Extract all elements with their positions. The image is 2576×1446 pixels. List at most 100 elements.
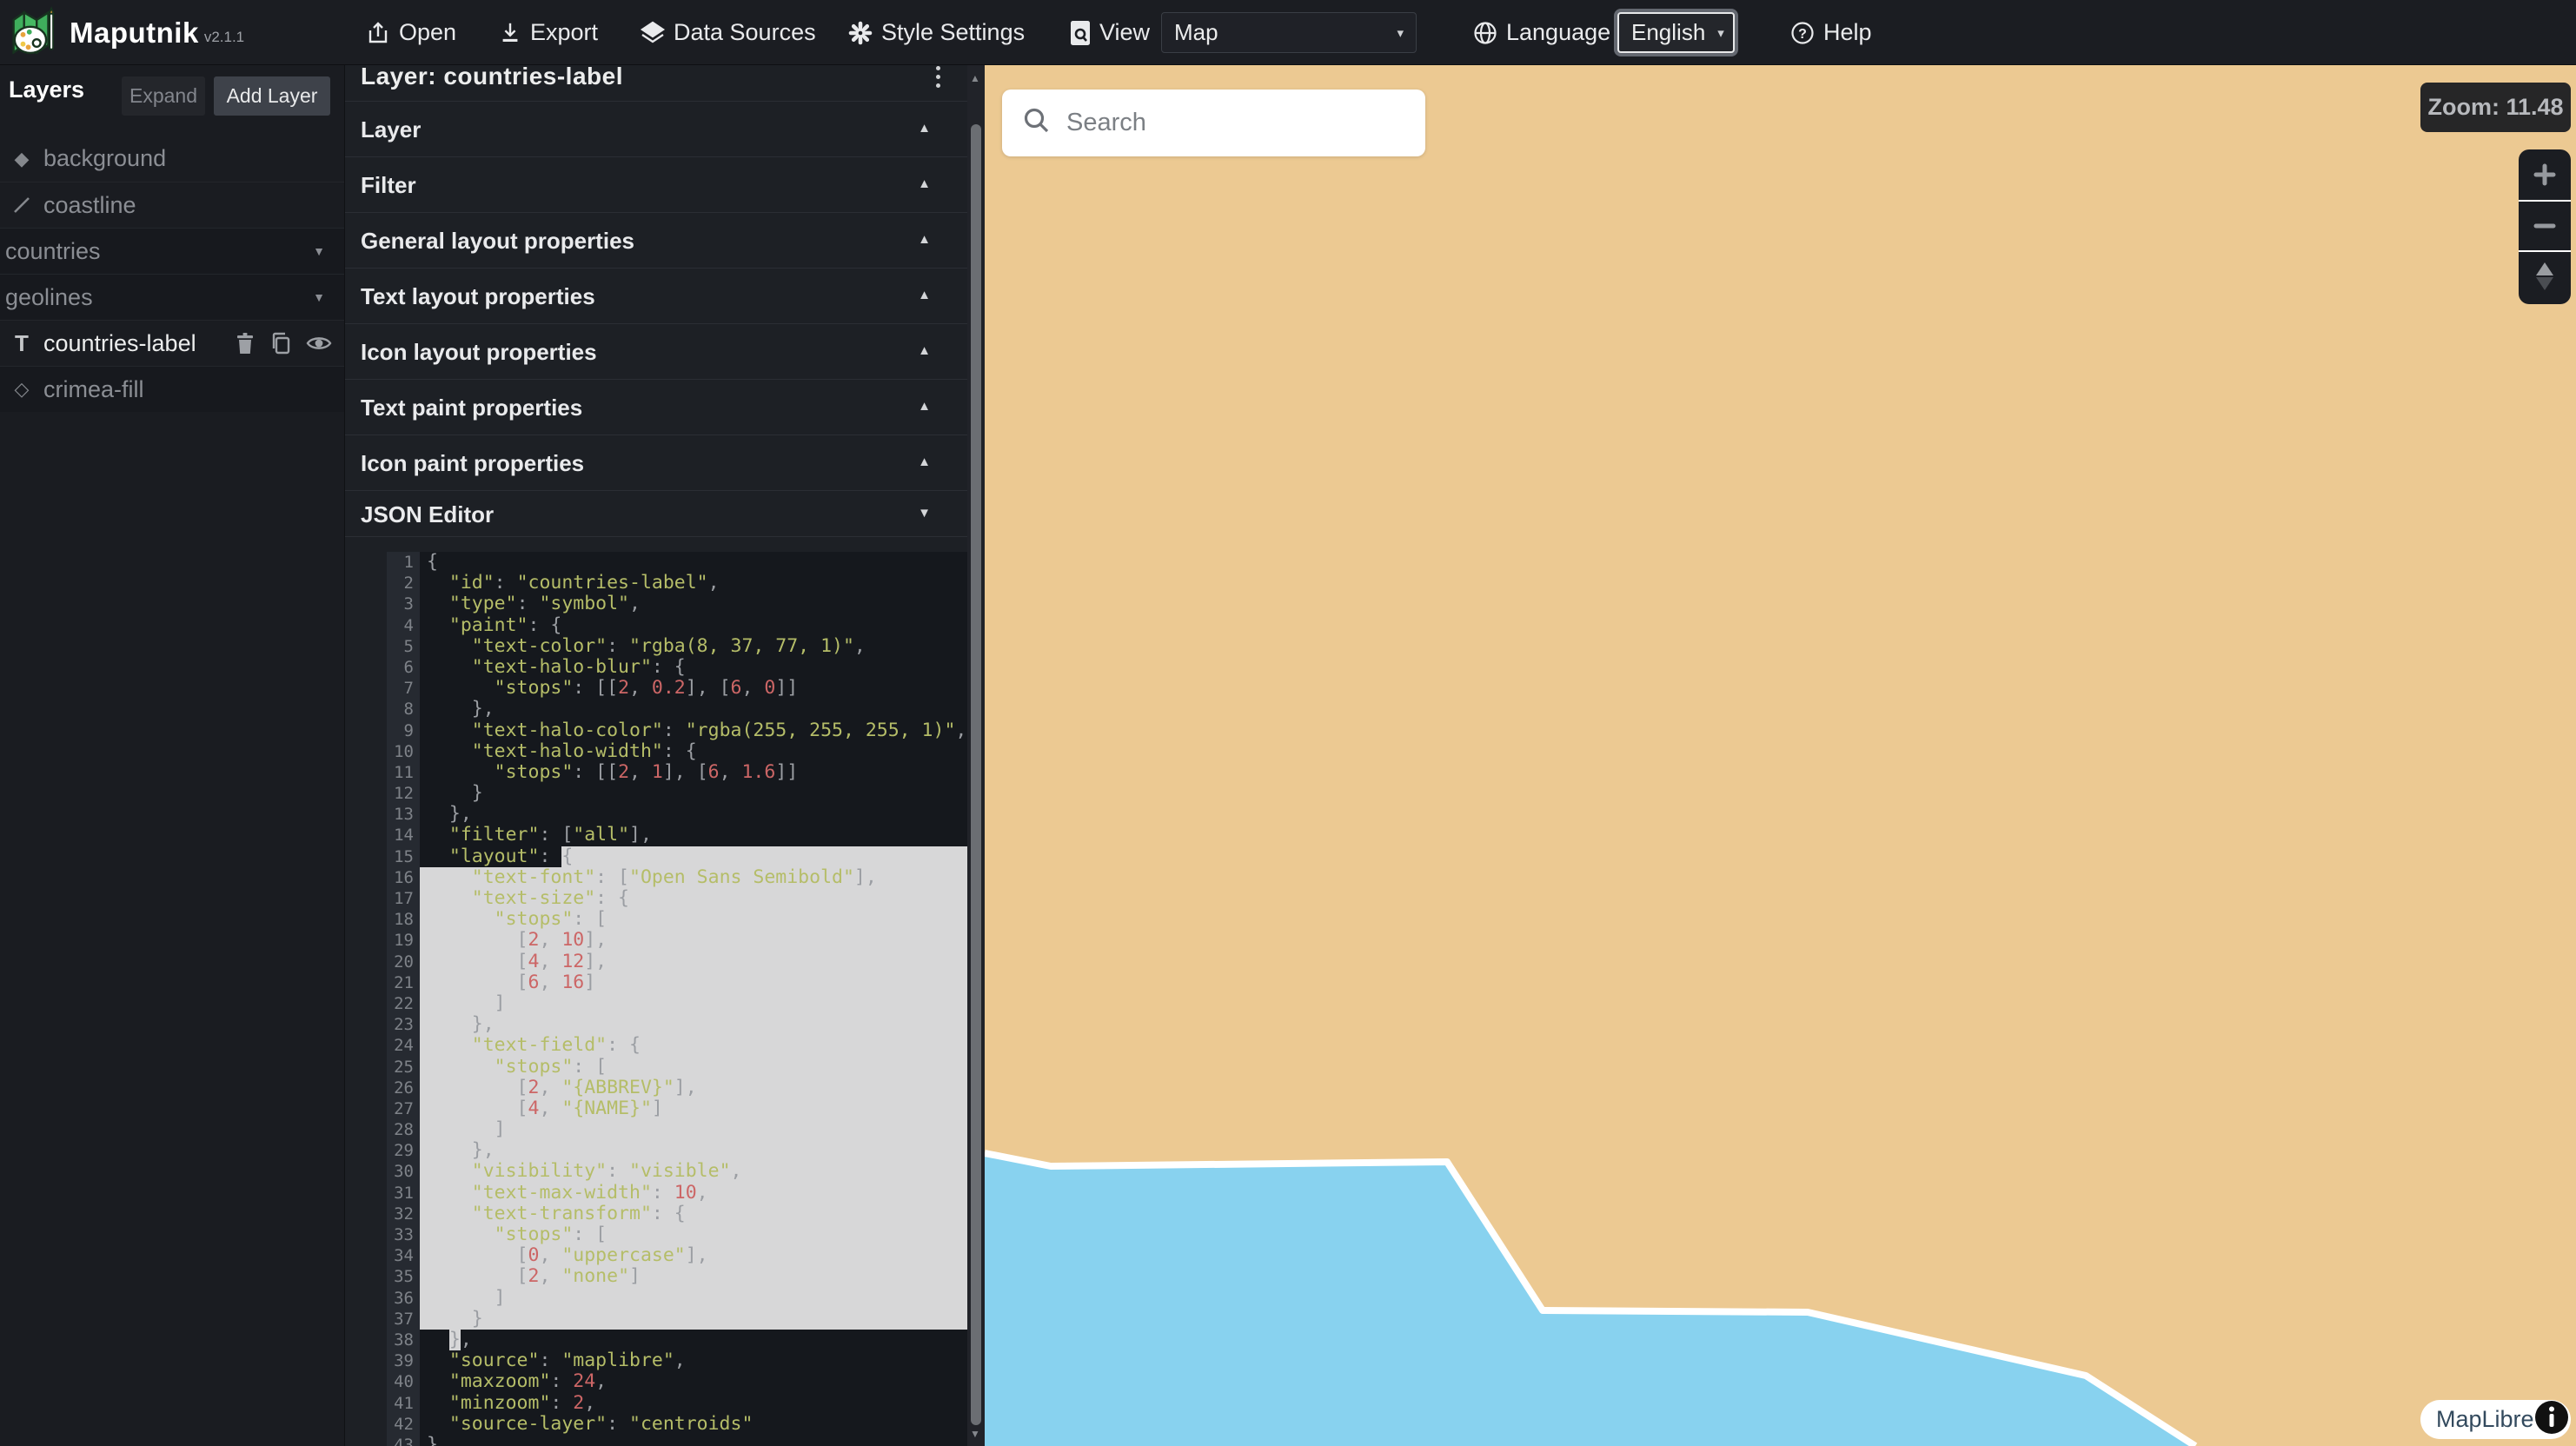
- panel-scrollbar[interactable]: ▲ ▼: [967, 65, 985, 1446]
- zoom-in-button[interactable]: [2519, 149, 2571, 200]
- section-icon-paint[interactable]: Icon paint properties ▲: [345, 435, 967, 491]
- export-menu-item[interactable]: Export: [498, 0, 598, 65]
- maputnik-app: Maputnik v2.1.1 Open Export: [0, 0, 2576, 1446]
- fill-outline-icon: ◇: [7, 378, 37, 401]
- line-number: 9: [387, 720, 420, 741]
- layer-item-crimea-fill[interactable]: ◇ crimea-fill: [0, 366, 344, 412]
- line-number: 31: [387, 1183, 420, 1204]
- zoom-out-button[interactable]: [2519, 200, 2571, 250]
- code-line: 41 "minzoom": 2,: [387, 1393, 967, 1414]
- kebab-menu-icon[interactable]: [929, 66, 946, 88]
- language-menu-item: Language: [1472, 0, 1610, 65]
- line-number: 20: [387, 952, 420, 972]
- line-number: 37: [387, 1309, 420, 1330]
- code-line: 4 "paint": {: [387, 615, 967, 636]
- add-layer-button[interactable]: Add Layer: [214, 76, 330, 116]
- data-sources-menu-item[interactable]: Data Sources: [640, 0, 816, 65]
- zoom-level-badge: Zoom: 11.48: [2420, 83, 2571, 132]
- map-search-input[interactable]: Search: [1002, 90, 1425, 156]
- chevron-down-icon[interactable]: ▼: [313, 290, 325, 304]
- attribution-link[interactable]: MapLibre: [2436, 1406, 2534, 1433]
- open-icon: [365, 20, 391, 46]
- layer-list: ◆ background coastline countries ▼ geoli…: [0, 136, 344, 412]
- code-line: 2 "id": "countries-label",: [387, 573, 967, 594]
- chevron-down-icon[interactable]: ▼: [313, 244, 325, 258]
- code-line: 40 "maxzoom": 24,: [387, 1371, 967, 1392]
- layer-group-geolines[interactable]: geolines ▼: [0, 274, 344, 320]
- code-line: 29 },: [387, 1140, 967, 1161]
- code-line: 15 "layout": {: [387, 846, 967, 867]
- line-number: 1: [387, 552, 420, 573]
- section-json-editor[interactable]: JSON Editor ▼: [345, 491, 967, 537]
- section-text-paint[interactable]: Text paint properties ▲: [345, 380, 967, 435]
- app-brand: Maputnik v2.1.1: [10, 0, 244, 65]
- fill-icon: ◆: [7, 148, 37, 170]
- line-number: 39: [387, 1350, 420, 1371]
- scroll-up-icon[interactable]: ▲: [970, 72, 980, 84]
- code-line: 26 [2, "{ABBREV}"],: [387, 1078, 967, 1098]
- layer-item-countries-label[interactable]: T countries-label: [0, 320, 344, 366]
- top-toolbar: Maputnik v2.1.1 Open Export: [0, 0, 2576, 65]
- scroll-down-icon[interactable]: ▼: [970, 1428, 980, 1440]
- line-number: 7: [387, 678, 420, 699]
- app-version: v2.1.1: [204, 29, 244, 46]
- layer-item-coastline[interactable]: coastline: [0, 182, 344, 228]
- section-text-layout[interactable]: Text layout properties ▲: [345, 269, 967, 324]
- line-number: 13: [387, 804, 420, 825]
- line-number: 19: [387, 930, 420, 951]
- code-line: 43}: [387, 1435, 967, 1446]
- json-code-editor[interactable]: 1{2 "id": "countries-label",3 "type": "s…: [387, 552, 967, 1446]
- section-icon-layout[interactable]: Icon layout properties ▲: [345, 324, 967, 380]
- code-line: 37 }: [387, 1309, 967, 1330]
- open-menu-item[interactable]: Open: [365, 0, 456, 65]
- map-navigation-control: [2519, 149, 2571, 304]
- view-icon: [1069, 20, 1092, 46]
- scrollbar-thumb[interactable]: [971, 124, 981, 1425]
- code-line: 10 "text-halo-width": {: [387, 741, 967, 762]
- chevron-up-icon: ▲: [918, 454, 931, 469]
- language-select[interactable]: English ▾: [1617, 12, 1735, 53]
- section-filter[interactable]: Filter ▲: [345, 157, 967, 213]
- line-number: 15: [387, 846, 420, 867]
- code-line: 16 "text-font": ["Open Sans Semibold"],: [387, 867, 967, 888]
- code-line: 19 [2, 10],: [387, 930, 967, 951]
- line-number: 42: [387, 1414, 420, 1435]
- code-line: 1{: [387, 552, 967, 573]
- expand-button[interactable]: Expand: [122, 76, 205, 116]
- compass-button[interactable]: [2519, 250, 2571, 301]
- line-number: 12: [387, 783, 420, 804]
- layer-editor-panel: Layer: countries-label Layer ▲ Filter ▲ …: [345, 65, 985, 1446]
- delete-layer-icon[interactable]: [235, 332, 256, 355]
- code-line: 11 "stops": [[2, 1], [6, 1.6]]: [387, 762, 967, 783]
- search-placeholder: Search: [1066, 109, 1146, 137]
- view-mode-select[interactable]: Map ▾: [1161, 12, 1417, 53]
- code-line: 35 [2, "none"]: [387, 1266, 967, 1287]
- svg-text:?: ?: [1798, 27, 1807, 42]
- toggle-visibility-icon[interactable]: [306, 334, 332, 353]
- chevron-down-icon: ▾: [1397, 25, 1404, 41]
- line-number: 4: [387, 615, 420, 636]
- line-number: 30: [387, 1161, 420, 1182]
- help-menu-item[interactable]: ? Help: [1789, 0, 1872, 65]
- info-icon[interactable]: [2534, 1400, 2572, 1439]
- section-layer[interactable]: Layer ▲: [345, 102, 967, 157]
- line-number: 38: [387, 1330, 420, 1350]
- line-number: 29: [387, 1140, 420, 1161]
- code-line: 22 ]: [387, 993, 967, 1014]
- code-line: 42 "source-layer": "centroids": [387, 1414, 967, 1435]
- line-icon: [7, 195, 37, 216]
- line-number: 24: [387, 1035, 420, 1056]
- view-menu-item[interactable]: View: [1069, 0, 1150, 65]
- layer-group-countries[interactable]: countries ▼: [0, 228, 344, 274]
- code-line: 25 "stops": [: [387, 1057, 967, 1078]
- code-line: 3 "type": "symbol",: [387, 594, 967, 614]
- duplicate-layer-icon[interactable]: [269, 332, 292, 355]
- style-settings-menu-item[interactable]: Style Settings: [847, 0, 1025, 65]
- code-line: 9 "text-halo-color": "rgba(255, 255, 255…: [387, 720, 967, 741]
- layer-item-background[interactable]: ◆ background: [0, 136, 344, 182]
- map-canvas[interactable]: Search Zoom: 11.48 MapLibre: [985, 65, 2576, 1446]
- code-line: 13 },: [387, 804, 967, 825]
- code-line: 31 "text-max-width": 10,: [387, 1183, 967, 1204]
- section-general-layout[interactable]: General layout properties ▲: [345, 213, 967, 269]
- export-icon: [498, 20, 522, 46]
